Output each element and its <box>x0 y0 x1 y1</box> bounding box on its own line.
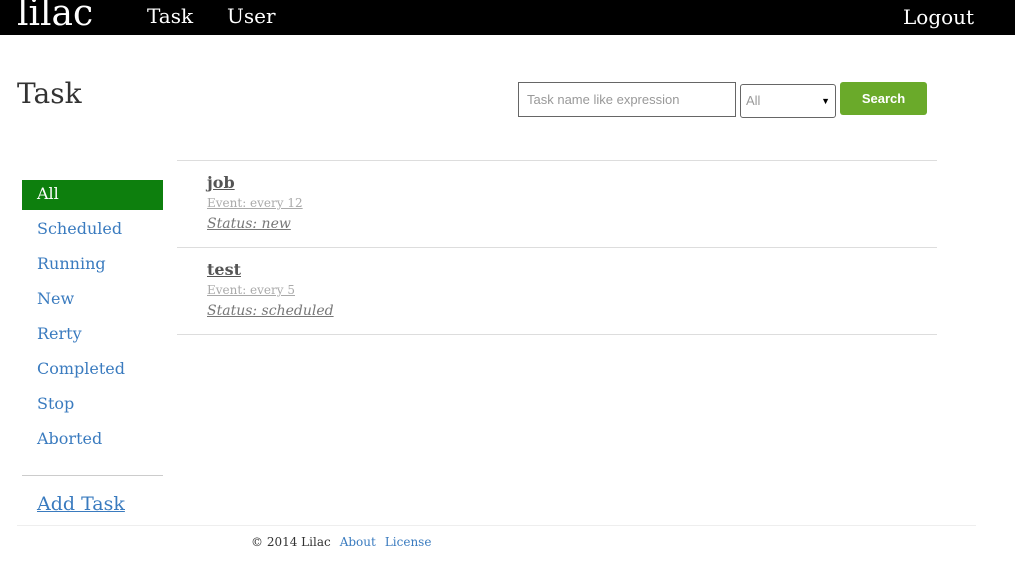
sidebar-item-rerty[interactable]: Rerty <box>22 320 163 350</box>
footer-divider <box>17 525 976 526</box>
page-title: Task <box>17 77 82 110</box>
sidebar-item-aborted[interactable]: Aborted <box>22 425 163 455</box>
footer-license-link[interactable]: License <box>385 535 432 549</box>
nav-link-task[interactable]: Task <box>147 4 193 28</box>
task-name-link[interactable]: job <box>207 173 235 193</box>
sidebar-divider <box>22 475 163 476</box>
sidebar-nav: All Scheduled Running New Rerty Complete… <box>22 180 163 460</box>
footer-copyright: © 2014 Lilac <box>251 535 331 549</box>
nav-link-user[interactable]: User <box>227 4 276 28</box>
task-event-link[interactable]: Event: every 5 <box>207 282 295 298</box>
sidebar-item-completed[interactable]: Completed <box>22 355 163 385</box>
status-select-value: All <box>746 93 761 108</box>
search-input[interactable] <box>518 82 736 117</box>
task-event-link[interactable]: Event: every 12 <box>207 195 303 211</box>
footer-about-link[interactable]: About <box>340 535 376 549</box>
sidebar-item-running[interactable]: Running <box>22 250 163 280</box>
sidebar-item-all[interactable]: All <box>22 180 163 210</box>
sidebar-item-new[interactable]: New <box>22 285 163 315</box>
task-list-item: test Event: every 5 Status: scheduled <box>177 248 937 335</box>
caret-down-icon: ▼ <box>821 96 830 106</box>
add-task-link[interactable]: Add Task <box>37 492 125 516</box>
search-button[interactable]: Search <box>840 82 927 115</box>
brand-logo[interactable]: lilac <box>17 0 93 36</box>
top-navbar: lilac Task User Logout <box>0 0 1015 35</box>
task-list-item: job Event: every 12 Status: new <box>177 161 937 248</box>
task-status-link[interactable]: Status: new <box>207 215 291 233</box>
task-status-link[interactable]: Status: scheduled <box>207 302 334 320</box>
sidebar-item-stop[interactable]: Stop <box>22 390 163 420</box>
footer: © 2014 Lilac About License <box>251 534 431 550</box>
logout-link[interactable]: Logout <box>903 5 974 29</box>
task-name-link[interactable]: test <box>207 260 241 280</box>
sidebar-item-scheduled[interactable]: Scheduled <box>22 215 163 245</box>
status-select[interactable]: All ▼ <box>740 84 836 118</box>
